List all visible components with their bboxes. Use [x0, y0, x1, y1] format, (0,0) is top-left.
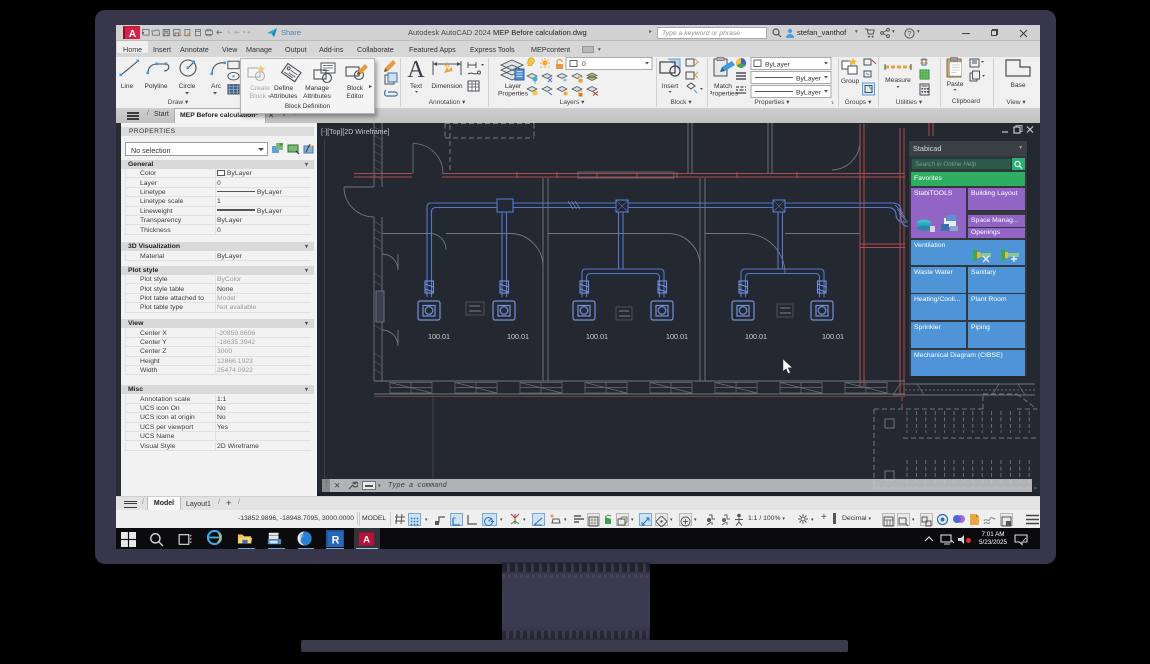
svg-text:[-][Top][2D Wireframe]: [-][Top][2D Wireframe]	[321, 129, 390, 136]
svg-text:Line: Line	[121, 83, 134, 90]
svg-text:100.01: 100.01	[822, 332, 844, 341]
svg-text:Measure: Measure	[885, 77, 911, 84]
svg-text:Match: Match	[714, 83, 732, 90]
svg-text:ByLayer: ByLayer	[765, 62, 791, 69]
svg-text:100.01: 100.01	[666, 332, 688, 341]
svg-text:100.01: 100.01	[745, 332, 767, 341]
svg-text:100.01: 100.01	[428, 332, 450, 341]
svg-text:Circle: Circle	[179, 83, 196, 90]
svg-text:0: 0	[582, 61, 586, 68]
svg-text:Paste: Paste	[947, 81, 964, 88]
svg-text:Properties: Properties	[498, 91, 529, 98]
svg-text:A: A	[407, 57, 425, 83]
svg-text:?: ?	[908, 31, 912, 38]
svg-text:Arc: Arc	[211, 83, 222, 90]
svg-text:Properties: Properties	[710, 91, 739, 98]
svg-text:100.01: 100.01	[586, 332, 608, 341]
svg-text:Layer: Layer	[505, 83, 522, 90]
svg-text:Insert: Insert	[662, 83, 679, 90]
svg-text:Polyline: Polyline	[144, 83, 167, 90]
svg-text:A: A	[129, 29, 136, 40]
svg-text:R: R	[332, 534, 340, 546]
svg-text:Dimension: Dimension	[431, 83, 462, 90]
svg-text:Text: Text	[410, 83, 422, 90]
svg-text:Base: Base	[1010, 82, 1025, 89]
svg-text:Group: Group	[841, 78, 860, 85]
svg-text:ByLayer: ByLayer	[796, 90, 822, 97]
svg-text:ByLayer: ByLayer	[796, 76, 822, 83]
svg-text:100.01: 100.01	[507, 332, 529, 341]
svg-text:A: A	[363, 534, 370, 545]
